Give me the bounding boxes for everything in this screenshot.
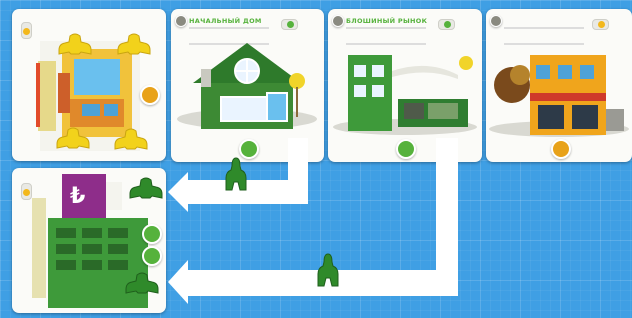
coin-icon <box>140 85 160 105</box>
card-convenience-store[interactable] <box>486 9 632 162</box>
meeple-icon[interactable] <box>124 271 160 295</box>
meeple-icon[interactable] <box>113 127 149 151</box>
meeple-icon[interactable] <box>314 252 342 288</box>
meeple-icon[interactable] <box>222 156 250 192</box>
leaf-icon <box>142 246 162 266</box>
meeple-icon[interactable] <box>55 126 91 150</box>
purple-sign: ₺ <box>70 184 86 209</box>
leaf-icon <box>142 224 162 244</box>
meeple-icon[interactable] <box>57 32 93 56</box>
meeple-icon[interactable] <box>116 32 152 56</box>
leaf-icon <box>396 139 416 159</box>
card-starter-house[interactable]: НАЧАЛЬНЫЙ ДОМ <box>171 9 324 162</box>
coin-icon <box>551 139 571 159</box>
meeple-icon[interactable] <box>128 176 164 200</box>
card-farmers-market[interactable]: БЛОШИНЫЙ РЫНОК <box>328 9 482 162</box>
